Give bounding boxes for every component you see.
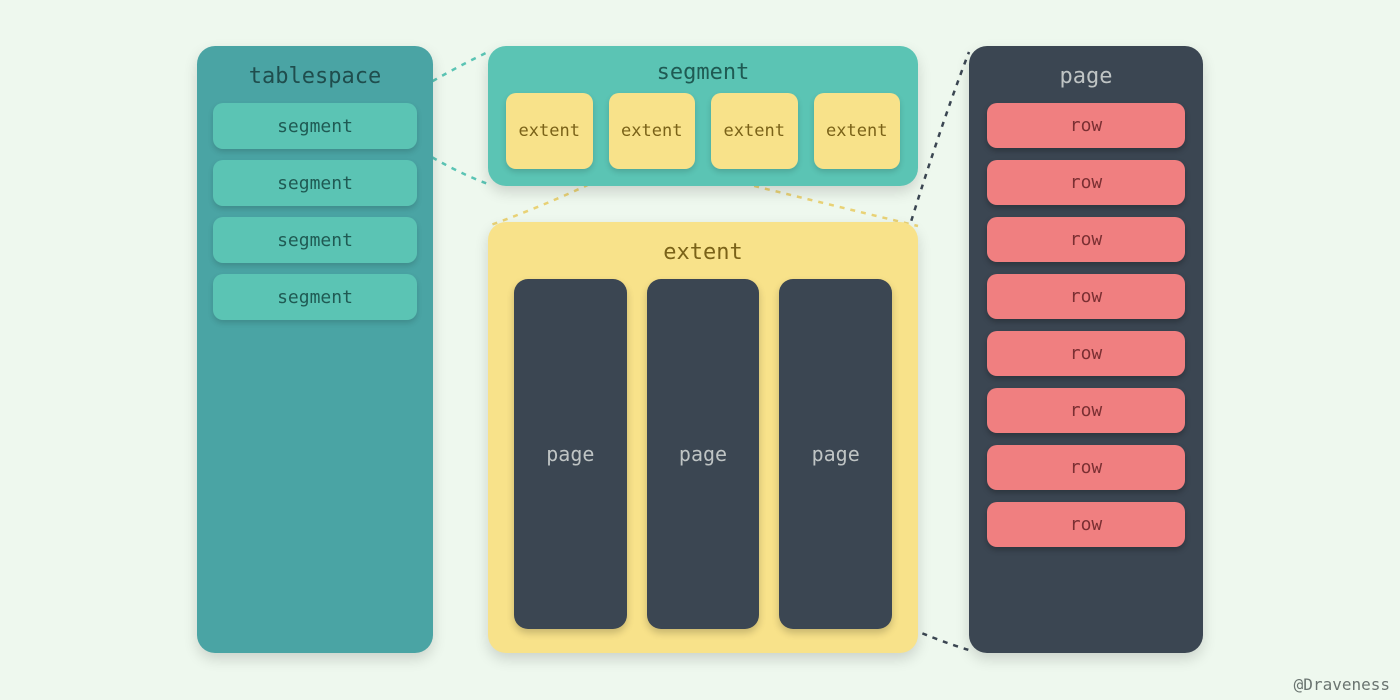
row-item: row	[987, 388, 1185, 433]
page-item: page	[779, 279, 892, 629]
diagram-stage: tablespace segment segment segment segme…	[0, 0, 1400, 700]
page-panel: page row row row row row row row row	[969, 46, 1203, 653]
segment-item: segment	[213, 274, 417, 320]
segment-item: segment	[213, 103, 417, 149]
row-item: row	[987, 160, 1185, 205]
extent-item: extent	[711, 93, 798, 169]
row-item: row	[987, 217, 1185, 262]
row-item: row	[987, 331, 1185, 376]
extent-title: extent	[488, 222, 918, 279]
row-item: row	[987, 274, 1185, 319]
page-item: page	[647, 279, 760, 629]
segment-item: segment	[213, 217, 417, 263]
segment-panel: segment extent extent extent extent	[488, 46, 918, 186]
row-item: row	[987, 103, 1185, 148]
tablespace-title: tablespace	[197, 46, 433, 103]
segment-item: segment	[213, 160, 417, 206]
page-item: page	[514, 279, 627, 629]
row-item: row	[987, 445, 1185, 490]
segment-title: segment	[488, 46, 918, 93]
credit-text: @Draveness	[1294, 675, 1390, 694]
extent-pages: page page page	[488, 279, 918, 629]
row-item: row	[987, 502, 1185, 547]
segment-extents: extent extent extent extent	[488, 93, 918, 169]
page-title: page	[969, 46, 1203, 103]
tablespace-items: segment segment segment segment	[197, 103, 433, 320]
extent-item: extent	[814, 93, 901, 169]
tablespace-panel: tablespace segment segment segment segme…	[197, 46, 433, 653]
extent-item: extent	[506, 93, 593, 169]
extent-item: extent	[609, 93, 696, 169]
page-rows: row row row row row row row row	[969, 103, 1203, 547]
extent-panel: extent page page page	[488, 222, 918, 653]
